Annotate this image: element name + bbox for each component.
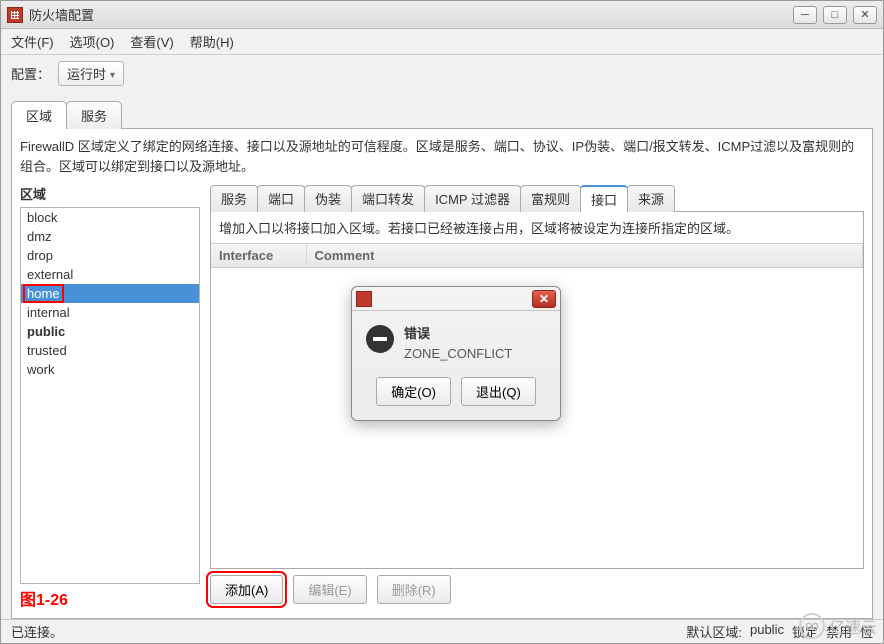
zone-item-public[interactable]: public	[21, 322, 199, 341]
add-button[interactable]: 添加(A)	[210, 575, 283, 604]
figure-label: 图1-26	[20, 586, 200, 610]
subtabs: 服务 端口 伪装 端口转发 ICMP 过滤器 富规则 接口 来源	[210, 184, 864, 211]
dialog-ok-button[interactable]: 确定(O)	[376, 377, 451, 406]
config-row: 配置： 运行时	[1, 55, 883, 92]
chevron-down-icon	[110, 66, 115, 81]
dialog-title: 错误	[404, 323, 512, 342]
menu-help[interactable]: 帮助(H)	[190, 32, 234, 51]
error-dialog: ✕ 错误 ZONE_CONFLICT 确定(O) 退出(Q)	[351, 286, 561, 421]
default-zone-value: public	[750, 622, 784, 641]
action-row: 添加(A) 编辑(E) 删除(R)	[210, 569, 864, 610]
edit-button[interactable]: 编辑(E)	[293, 575, 366, 604]
zone-item-home[interactable]: home	[21, 284, 199, 303]
dialog-message: ZONE_CONFLICT	[404, 346, 512, 361]
error-icon	[366, 325, 394, 353]
zones-description: FirewallD 区域定义了绑定的网络连接、接口以及源地址的可信程度。区域是服…	[20, 137, 864, 176]
zone-item-work[interactable]: work	[21, 360, 199, 379]
zone-item-trusted[interactable]: trusted	[21, 341, 199, 360]
disable-label: 禁用	[826, 622, 852, 641]
subtab-masq[interactable]: 伪装	[304, 185, 352, 212]
zone-item-external[interactable]: external	[21, 265, 199, 284]
zone-list-label: 区域	[20, 184, 200, 203]
dialog-close-button[interactable]: ✕	[532, 290, 556, 308]
col-comment[interactable]: Comment	[306, 244, 863, 268]
dialog-titlebar: ✕	[352, 287, 560, 311]
close-button[interactable]: ✕	[853, 6, 877, 24]
minimize-button[interactable]: ─	[793, 6, 817, 24]
config-mode-value: 运行时	[67, 64, 106, 83]
subtab-interfaces[interactable]: 接口	[580, 185, 628, 212]
config-mode-dropdown[interactable]: 运行时	[58, 61, 124, 86]
menu-file[interactable]: 文件(F)	[11, 32, 54, 51]
lock-label: 锁定	[792, 622, 818, 641]
delete-button[interactable]: 删除(R)	[377, 575, 451, 604]
menu-view[interactable]: 查看(V)	[130, 32, 173, 51]
subtab-sources[interactable]: 来源	[627, 185, 675, 212]
zone-item-drop[interactable]: drop	[21, 246, 199, 265]
zone-item-dmz[interactable]: dmz	[21, 227, 199, 246]
dialog-quit-button[interactable]: 退出(Q)	[461, 377, 536, 406]
menu-options[interactable]: 选项(O)	[70, 32, 115, 51]
menubar: 文件(F) 选项(O) 查看(V) 帮助(H)	[1, 29, 883, 55]
zone-list[interactable]: blockdmzdropexternalhomeinternalpublictr…	[20, 207, 200, 584]
zone-item-block[interactable]: block	[21, 208, 199, 227]
maximize-button[interactable]: □	[823, 6, 847, 24]
subtab-icmp[interactable]: ICMP 过滤器	[424, 185, 521, 212]
statusbar: 已连接。 默认区域: public 锁定 禁用 恆	[1, 619, 883, 643]
window-title: 防火墙配置	[29, 5, 793, 24]
default-zone-label: 默认区域:	[686, 622, 742, 641]
interfaces-description: 增加入口以将接口加入区域。若接口已经被连接占用，区域将被设定为连接所指定的区域。	[211, 212, 863, 243]
zone-item-internal[interactable]: internal	[21, 303, 199, 322]
subtab-richrules[interactable]: 富规则	[520, 185, 581, 212]
col-interface[interactable]: Interface	[211, 244, 306, 268]
outer-tab-services[interactable]: 服务	[66, 101, 122, 129]
interfaces-table: Interface Comment	[211, 244, 863, 268]
outer-tab-zones[interactable]: 区域	[11, 101, 67, 129]
outer-tabs: 区域 服务	[1, 100, 883, 128]
app-icon	[7, 7, 23, 23]
dialog-app-icon	[356, 291, 372, 307]
status-left: 已连接。	[11, 622, 63, 641]
subtab-portfwd[interactable]: 端口转发	[351, 185, 425, 212]
subtab-services[interactable]: 服务	[210, 185, 258, 212]
subtab-ports[interactable]: 端口	[257, 185, 305, 212]
config-label: 配置：	[11, 64, 50, 83]
titlebar: 防火墙配置 ─ □ ✕	[1, 1, 883, 29]
status-trailing: 恆	[860, 622, 873, 641]
zone-column: 区域 blockdmzdropexternalhomeinternalpubli…	[20, 184, 200, 610]
